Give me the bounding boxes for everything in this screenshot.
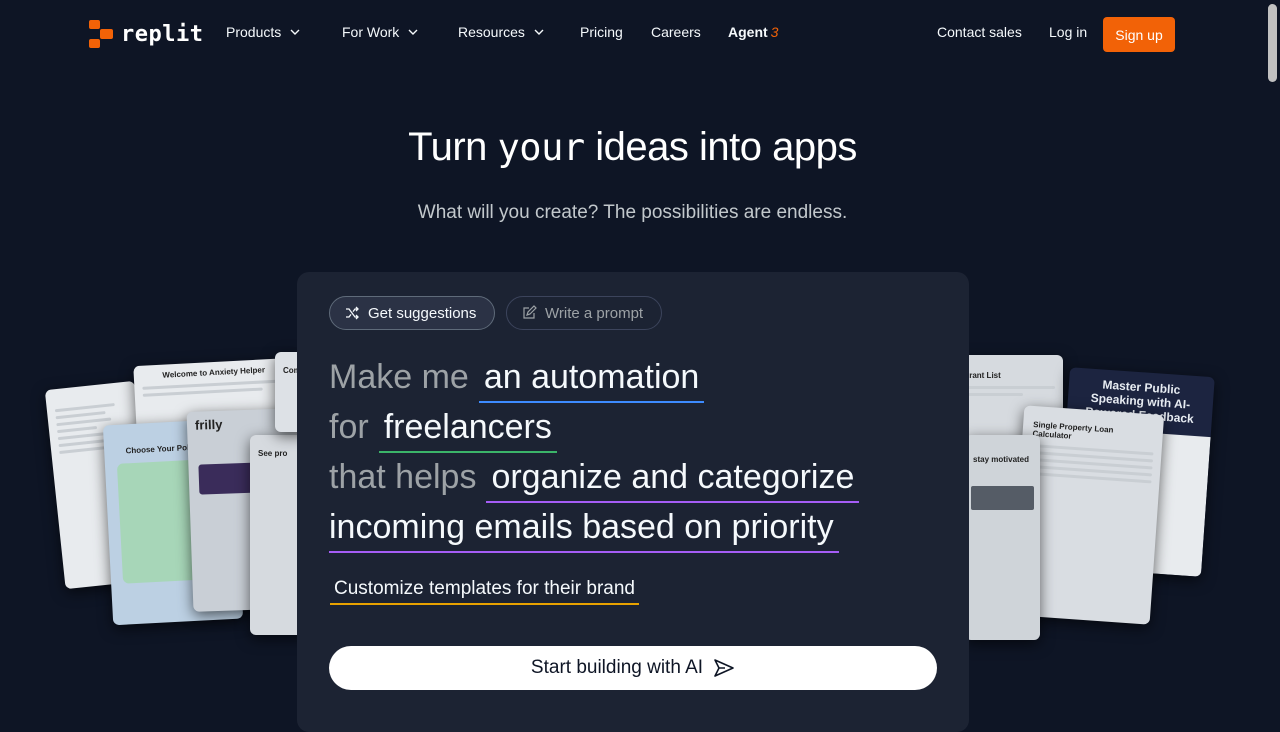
nav-pricing[interactable]: Pricing xyxy=(580,24,623,40)
nav-pricing-label: Pricing xyxy=(580,24,623,40)
showcase-left: Welcome to Anxiety Helper Choose Your Po… xyxy=(44,340,315,640)
nav-careers-label: Careers xyxy=(651,24,701,40)
nav-products-label: Products xyxy=(226,24,282,40)
nav-resources-label: Resources xyxy=(458,24,525,40)
prompt-token-task[interactable]: organize and categorize xyxy=(486,458,860,503)
nav-agent-label: Agent xyxy=(728,24,768,40)
hero-subtitle: What will you create? The possibilities … xyxy=(417,202,848,223)
logo-wordmark: replit xyxy=(121,21,204,47)
write-prompt-label: Write a prompt xyxy=(545,304,644,322)
nav-for-work-label: For Work xyxy=(342,24,400,40)
chevron-down-icon xyxy=(534,29,544,35)
nav-for-work[interactable]: For Work xyxy=(342,24,419,40)
chevron-down-icon xyxy=(290,29,300,35)
hero-title-part1: Turn xyxy=(408,125,498,169)
prompt-line-2: for freelancers xyxy=(329,408,557,453)
customize-suggestion[interactable]: Customize templates for their brand xyxy=(330,578,639,605)
showcase-card-title: Grant List xyxy=(963,371,1001,380)
prompt-token-task-cont[interactable]: incoming emails based on priority xyxy=(329,508,839,553)
send-icon xyxy=(714,659,734,677)
showcase-card-title: stay motivated xyxy=(973,455,1030,464)
prompt-token-what[interactable]: an automation xyxy=(478,358,705,403)
get-suggestions-button[interactable]: Get suggestions xyxy=(329,296,496,330)
prompt-line-3: that helps organize and categorize xyxy=(329,458,860,503)
top-nav: replit Products For Work Resources Prici… xyxy=(0,0,1265,70)
showcase-right: Grant List Master Public Speaking with A… xyxy=(955,340,1220,640)
nav-products[interactable]: Products xyxy=(226,24,301,40)
prompt-line-4: incoming emails based on priority xyxy=(329,508,839,553)
replit-logo-icon xyxy=(89,20,113,48)
get-suggestions-label: Get suggestions xyxy=(368,304,477,322)
agent-version-badge: 3 xyxy=(770,24,779,40)
sign-up-button[interactable]: Sign up xyxy=(1103,17,1175,52)
write-prompt-button[interactable]: Write a prompt xyxy=(506,296,663,330)
nav-log-in-label: Log in xyxy=(1049,24,1088,40)
hero-title: Turn your ideas into apps xyxy=(0,125,1265,170)
nav-contact-sales[interactable]: Contact sales xyxy=(937,24,1022,40)
chevron-down-icon xyxy=(408,29,418,35)
nav-agent[interactable]: Agent 3 xyxy=(728,24,778,40)
scrollbar-thumb[interactable] xyxy=(1268,4,1277,82)
prompt-line-1: Make me an automation xyxy=(329,358,705,403)
start-building-label: Start building with AI xyxy=(530,657,704,678)
showcase-card[interactable]: stay motivated xyxy=(965,435,1040,640)
hero-title-pixel-word: your xyxy=(497,126,586,169)
prompt-panel: Get suggestions Write a prompt Make me a… xyxy=(297,272,969,732)
nav-contact-sales-label: Contact sales xyxy=(937,24,1022,40)
prompt-token-who[interactable]: freelancers xyxy=(378,408,557,453)
nav-log-in[interactable]: Log in xyxy=(1049,24,1087,40)
prompt-prefix: Make me xyxy=(329,358,469,396)
nav-resources[interactable]: Resources xyxy=(458,24,545,40)
nav-careers[interactable]: Careers xyxy=(651,24,701,40)
page-scrollbar[interactable] xyxy=(1265,0,1280,720)
start-building-button[interactable]: Start building with AI xyxy=(329,646,937,690)
edit-icon xyxy=(523,305,537,319)
replit-logo[interactable]: replit xyxy=(89,20,203,48)
shuffle-icon xyxy=(346,306,359,320)
prompt-prefix: that helps xyxy=(329,458,477,496)
hero-title-part2: ideas into apps xyxy=(584,125,857,169)
prompt-prefix: for xyxy=(329,408,369,446)
